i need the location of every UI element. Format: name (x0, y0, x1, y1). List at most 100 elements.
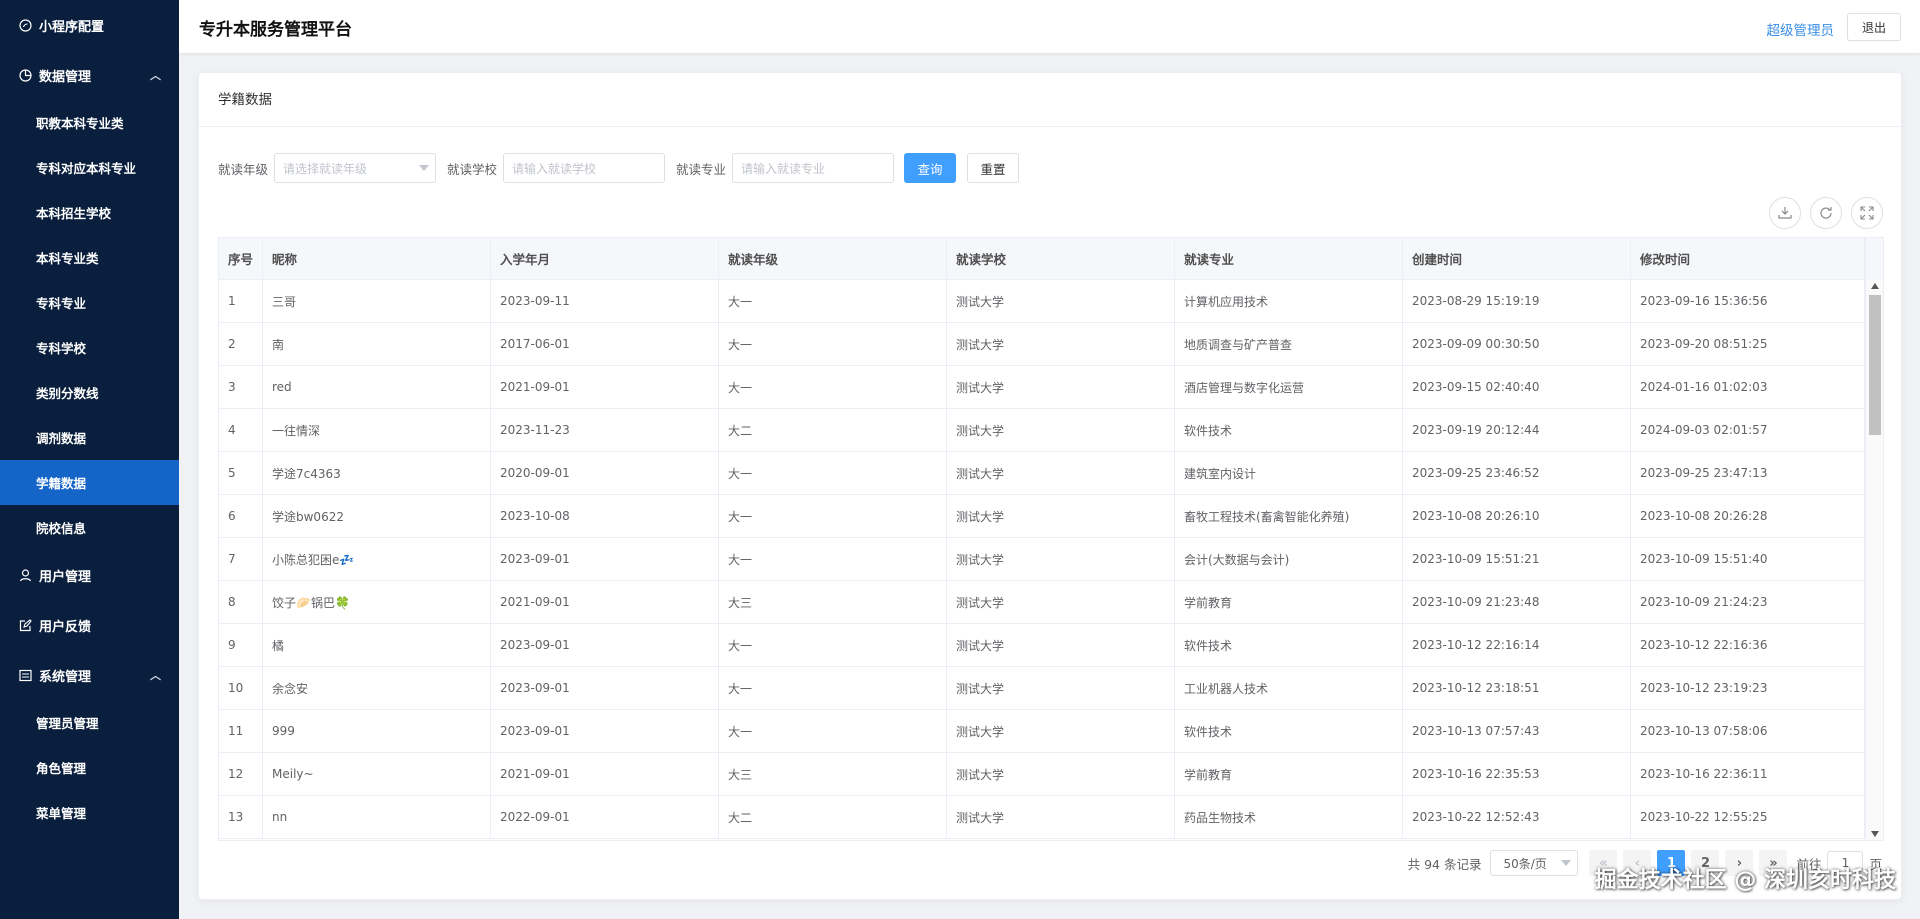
grade-label: 就读年级 (218, 161, 269, 177)
column-header[interactable]: 就读年级 (719, 238, 947, 279)
table-row[interactable]: 1 三哥 2023-09-11 大一 测试大学 计算机应用技术 2023-08-29 15:… (219, 280, 1865, 323)
sidebar-item-label: 专科专业 (36, 296, 87, 311)
logout-button[interactable]: 退出 (1847, 13, 1901, 41)
settings-panel-icon (18, 668, 32, 682)
table-row[interactable]: 6 学途bw0622 2023-10-08 大一 测试大学 畜牧工程技术(畜禽智能化养殖)… (219, 495, 1865, 538)
column-header[interactable]: 修改时间 (1631, 238, 1865, 279)
top-header: 专升本服务管理平台 超级管理员 退出 (179, 0, 1920, 54)
table-cell: 大一 (719, 538, 947, 580)
scroll-up-arrow-icon[interactable] (1871, 283, 1879, 289)
table-cell: 2023-10-08 (491, 495, 719, 537)
column-header[interactable]: 就读专业 (1175, 238, 1403, 279)
query-button[interactable]: 查询 (904, 153, 957, 183)
column-header[interactable]: 入学年月 (491, 238, 719, 279)
column-header[interactable]: 序号 (219, 238, 263, 279)
table-cell: 2023-10-22 12:55:25 (1631, 796, 1865, 838)
card-title: 学籍数据 (199, 73, 1901, 127)
table-row[interactable]: 5 学途7c4363 2020-09-01 大一 测试大学 建筑室内设计 2023-09-2… (219, 452, 1865, 495)
table-row[interactable]: 4 一往情深 2023-11-23 大二 测试大学 软件技术 2023-09-19 20:1… (219, 409, 1865, 452)
sidebar-group-1[interactable]: 数据管理 ︿ (0, 50, 179, 100)
table-cell: Meily~ (263, 753, 491, 795)
column-header[interactable]: 创建时间 (1403, 238, 1631, 279)
sidebar-item-3[interactable]: 专科对应本科专业 (0, 145, 179, 190)
table-cell: 大三 (719, 753, 947, 795)
table-cell: 1 (219, 280, 263, 322)
sidebar-group-0[interactable]: 小程序配置 (0, 0, 179, 50)
sidebar-item-17[interactable]: 菜单管理 (0, 790, 179, 835)
school-label: 就读学校 (447, 161, 498, 177)
table-cell: 大二 (719, 409, 947, 451)
table-cell: 学途bw0622 (263, 495, 491, 537)
download-icon[interactable] (1769, 197, 1801, 229)
table-cell: 药品生物技术 (1175, 796, 1403, 838)
scrollbar-thumb[interactable] (1869, 295, 1881, 435)
sidebar-item-7[interactable]: 专科学校 (0, 325, 179, 370)
table-cell: 测试大学 (947, 624, 1175, 666)
reset-button[interactable]: 重置 (967, 153, 1020, 183)
school-input-placeholder: 请输入就读学校 (512, 161, 597, 176)
table-cell: 2023-09-11 (491, 280, 719, 322)
table-cell: 2021-09-01 (491, 753, 719, 795)
table-cell: 2023-10-12 22:16:14 (1403, 624, 1631, 666)
table-cell: red (263, 366, 491, 408)
table-row[interactable]: 9 橘 2023-09-01 大一 测试大学 软件技术 2023-10-12 22:16:1… (219, 624, 1865, 667)
major-input[interactable]: 请输入就读专业 (732, 153, 895, 183)
table-cell: 2023-10-13 07:58:06 (1631, 710, 1865, 752)
refresh-icon[interactable] (1810, 197, 1842, 229)
table-scrollbar[interactable] (1865, 280, 1883, 840)
sidebar-item-4[interactable]: 本科招生学校 (0, 190, 179, 235)
grade-select[interactable]: 请选择就读年级 (274, 153, 437, 183)
sidebar-item-16[interactable]: 角色管理 (0, 745, 179, 790)
table-cell: 2023-09-01 (491, 538, 719, 580)
table-cell: 2023-10-08 20:26:10 (1403, 495, 1631, 537)
table-cell: 3 (219, 366, 263, 408)
table-row[interactable]: 11 999 2023-09-01 大一 测试大学 软件技术 2023-10-13 07:5… (219, 710, 1865, 753)
table-cell: 2023-10-09 21:23:48 (1403, 581, 1631, 623)
table-cell: 2023-09-15 02:40:40 (1403, 366, 1631, 408)
table-row[interactable]: 13 nn 2022-09-01 大二 测试大学 药品生物技术 2023-10-22 12:… (219, 796, 1865, 839)
sidebar-item-8[interactable]: 类别分数线 (0, 370, 179, 415)
column-header[interactable]: 昵称 (263, 238, 491, 279)
table-row[interactable]: 3 red 2021-09-01 大一 测试大学 酒店管理与数字化运营 2023-09-15… (219, 366, 1865, 409)
school-input[interactable]: 请输入就读学校 (503, 153, 666, 183)
total-count: 共 94 条记录 (1407, 856, 1482, 872)
scroll-down-arrow-icon[interactable] (1871, 831, 1879, 837)
table-cell: 999 (263, 710, 491, 752)
table-row[interactable]: 12 Meily~ 2021-09-01 大三 测试大学 学前教育 2023-10-16 2… (219, 753, 1865, 796)
table-cell: 测试大学 (947, 538, 1175, 580)
fullscreen-icon[interactable] (1851, 197, 1883, 229)
table-cell: 7 (219, 538, 263, 580)
table-row[interactable]: 2 南 2017-06-01 大一 测试大学 地质调查与矿产普查 2023-09-09 00… (219, 323, 1865, 366)
sidebar-item-2[interactable]: 职教本科专业类 (0, 100, 179, 145)
sidebar-item-5[interactable]: 本科专业类 (0, 235, 179, 280)
table-row[interactable]: 8 饺子🥟锅巴🍀 2021-09-01 大三 测试大学 学前教育 2023-10-09 21… (219, 581, 1865, 624)
page-size-select[interactable]: 50条/页 (1490, 850, 1579, 876)
chevron-down-icon (1561, 860, 1572, 866)
sidebar-item-6[interactable]: 专科专业 (0, 280, 179, 325)
table-cell: 三哥 (263, 280, 491, 322)
header-gutter (1865, 238, 1883, 280)
sidebar-item-label: 菜单管理 (36, 806, 87, 821)
table-cell: 2023-10-16 22:36:11 (1631, 753, 1865, 795)
table-cell: 测试大学 (947, 280, 1175, 322)
sidebar-item-10[interactable]: 学籍数据 (0, 460, 179, 505)
sidebar-group-14[interactable]: 系统管理 ︿ (0, 650, 179, 700)
column-header[interactable]: 就读学校 (947, 238, 1175, 279)
table-row[interactable]: 7 小陈总犯困e💤 2023-09-01 大一 测试大学 会计(大数据与会计) 2023-1… (219, 538, 1865, 581)
student-records-card: 学籍数据 就读年级 请选择就读年级 就读学校 请输入就读学校 就读专业 请输入就… (198, 72, 1902, 900)
sidebar-group-label: 数据管理 (39, 69, 92, 85)
table-cell: 畜牧工程技术(畜禽智能化养殖) (1175, 495, 1403, 537)
table-cell: 2023-11-23 (491, 409, 719, 451)
sidebar-item-11[interactable]: 院校信息 (0, 505, 179, 550)
sidebar-group-13[interactable]: 用户反馈 (0, 600, 179, 650)
table-cell: 地质调查与矿产普查 (1175, 323, 1403, 365)
table-row[interactable]: 10 余念安 2023-09-01 大一 测试大学 工业机器人技术 2023-10-12 2… (219, 667, 1865, 710)
sidebar-item-9[interactable]: 调剂数据 (0, 415, 179, 460)
admin-user-link[interactable]: 超级管理员 (1767, 19, 1835, 39)
table-cell: 大一 (719, 323, 947, 365)
sidebar-group-12[interactable]: 用户管理 (0, 550, 179, 600)
table-cell: 大二 (719, 796, 947, 838)
table-cell: 工业机器人技术 (1175, 667, 1403, 709)
table-cell: 2023-10-16 22:35:53 (1403, 753, 1631, 795)
sidebar-item-15[interactable]: 管理员管理 (0, 700, 179, 745)
